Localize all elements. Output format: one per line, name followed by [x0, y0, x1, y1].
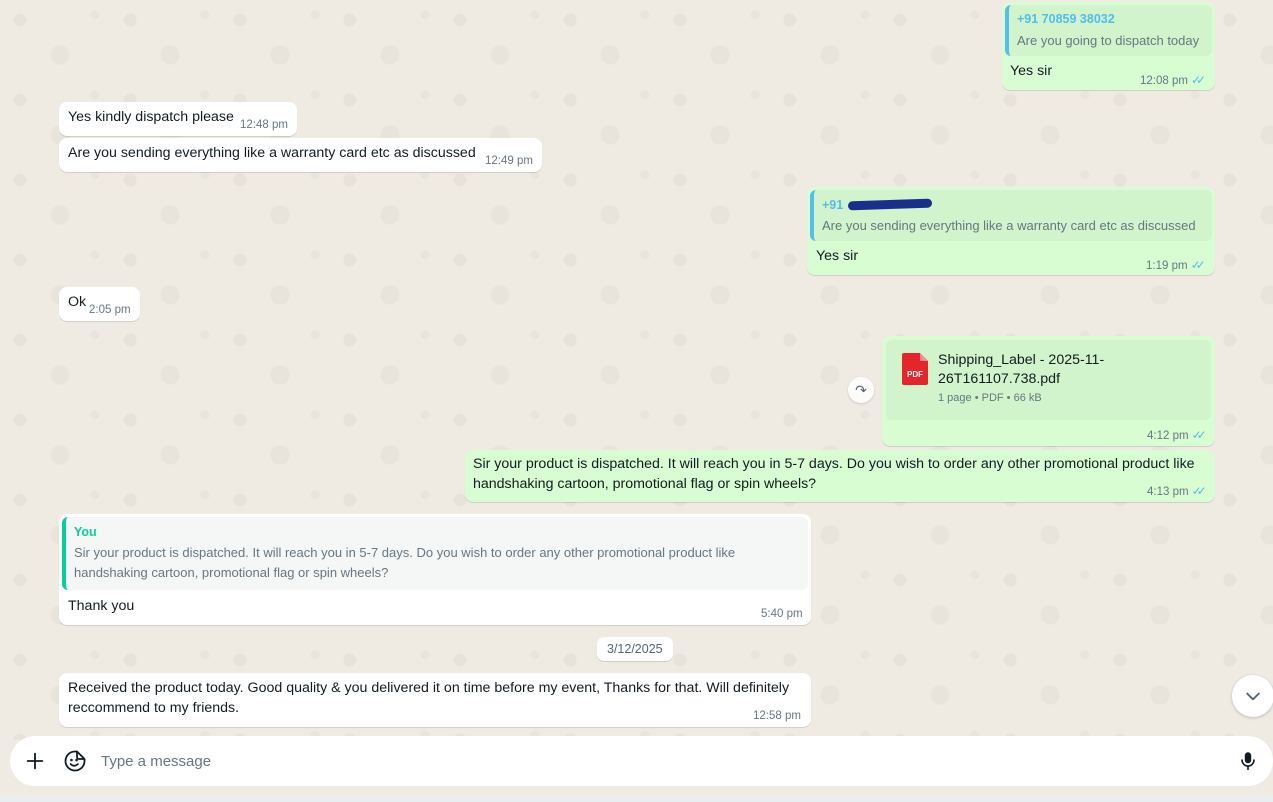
double-check-icon: ✓✓ — [1191, 484, 1207, 498]
quote-text-line1: Sir your product is dispatched. It will … — [74, 545, 736, 560]
quote-author: +91 70859 38032 — [1017, 12, 1115, 26]
double-check-icon: ✓✓ — [1190, 73, 1206, 87]
message-text: Sir your product is dispatched. It will … — [473, 454, 1195, 494]
message-text: Ok — [68, 294, 87, 310]
quote-author: You — [74, 525, 97, 539]
bottom-strip — [0, 796, 1273, 802]
chat-message-list[interactable]: +91 70859 38032 Are you going to dispatc… — [0, 0, 1273, 740]
message-time: 12:58 pm — [753, 710, 801, 722]
double-check-icon: ✓✓ — [1191, 428, 1207, 442]
plus-icon[interactable] — [24, 750, 46, 772]
quoted-message[interactable]: +91 70859 38032 Are you going to dispatc… — [1005, 5, 1212, 56]
message-time: 2:05 pm — [89, 304, 131, 316]
message-time: 4:12 pm — [1147, 430, 1189, 442]
microphone-icon[interactable] — [1237, 750, 1259, 772]
message-text-line1: Received the product today. Good quality… — [68, 680, 790, 696]
message-meta: 1:19 pm ✓✓ — [1146, 258, 1206, 272]
sticker-icon[interactable] — [63, 749, 87, 773]
message-input[interactable] — [101, 751, 1181, 771]
message-time: 12:48 pm — [240, 119, 288, 131]
message-meta: 12:08 pm ✓✓ — [1140, 73, 1206, 87]
quote-text-line2: handshaking cartoon, promotional flag or… — [74, 565, 389, 580]
message-outgoing[interactable]: Sir your product is dispatched. It will … — [465, 450, 1215, 502]
pdf-file-icon: PDF — [902, 353, 928, 385]
message-text-line1: Sir your product is dispatched. It will … — [473, 456, 1195, 472]
quote-text: Are you sending everything like a warran… — [822, 218, 1196, 233]
message-text: Yes sir — [816, 248, 859, 264]
message-text: Are you sending everything like a warran… — [68, 145, 476, 161]
document-card[interactable]: PDF Shipping_Label - 2025-11- 26T161107.… — [886, 340, 1211, 420]
message-meta: 4:12 pm ✓✓ — [1147, 428, 1207, 442]
quoted-message[interactable]: +91 Are you sending everything like a wa… — [810, 190, 1212, 241]
message-text: Yes sir — [1010, 63, 1053, 79]
date-separator: 3/12/2025 — [597, 637, 673, 661]
message-meta: 4:13 pm ✓✓ — [1147, 484, 1207, 498]
message-text: Received the product today. Good quality… — [68, 678, 789, 718]
forward-icon[interactable]: ↷ — [848, 377, 874, 403]
message-incoming[interactable]: Are you sending everything like a warran… — [59, 138, 542, 172]
message-incoming[interactable]: Received the product today. Good quality… — [59, 673, 811, 727]
message-text-line2: handshaking cartoon, promotional flag or… — [473, 476, 817, 492]
file-name-line2: 26T161107.738.pdf — [938, 371, 1061, 387]
message-text-line2: reccommend to my friends. — [68, 700, 240, 716]
redaction-mark — [847, 198, 933, 211]
double-check-icon: ✓✓ — [1190, 258, 1206, 272]
message-outgoing[interactable]: +91 70859 38032 Are you going to dispatc… — [1002, 2, 1215, 90]
file-name: Shipping_Label - 2025-11- 26T161107.738.… — [938, 351, 1104, 389]
message-incoming[interactable]: Yes kindly dispatch please 12:48 pm — [59, 102, 297, 136]
message-outgoing-document[interactable]: PDF Shipping_Label - 2025-11- 26T161107.… — [882, 336, 1215, 446]
message-outgoing[interactable]: +91 Are you sending everything like a wa… — [807, 187, 1215, 275]
scroll-down-button[interactable] — [1232, 675, 1273, 717]
message-text: Thank you — [68, 598, 135, 614]
message-incoming[interactable]: You Sir your product is dispatched. It w… — [59, 514, 811, 625]
quote-text: Sir your product is dispatched. It will … — [74, 543, 735, 583]
file-name-line1: Shipping_Label - 2025-11- — [938, 352, 1105, 368]
message-time: 12:49 pm — [485, 155, 533, 167]
quote-text: Are you going to dispatch today — [1017, 33, 1200, 48]
message-time: 1:19 pm — [1146, 260, 1188, 272]
chevron-down-icon — [1246, 692, 1260, 701]
quoted-message[interactable]: You Sir your product is dispatched. It w… — [62, 517, 808, 590]
message-time: 12:08 pm — [1140, 75, 1188, 87]
message-time: 4:13 pm — [1147, 486, 1189, 498]
pdf-icon-label: PDF — [907, 370, 923, 379]
message-time: 5:40 pm — [761, 608, 803, 620]
quote-author: +91 — [822, 198, 844, 212]
message-text: Yes kindly dispatch please — [68, 109, 234, 125]
file-meta: 1 page • PDF • 66 kB — [938, 392, 1042, 404]
message-incoming[interactable]: Ok 2:05 pm — [59, 287, 140, 321]
